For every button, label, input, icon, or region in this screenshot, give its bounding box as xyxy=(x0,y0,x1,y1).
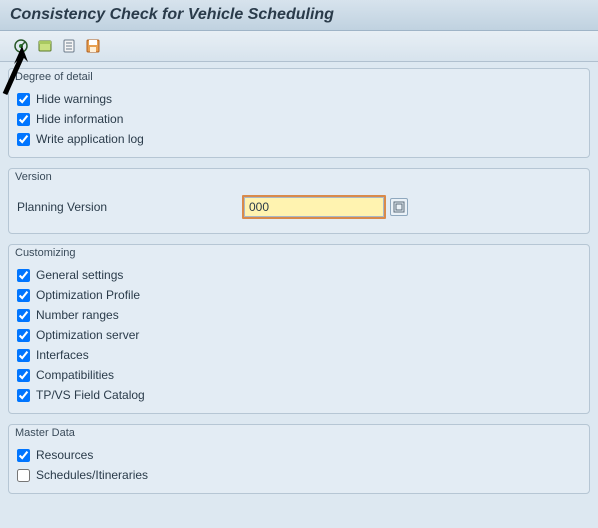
group-title: Master Data xyxy=(9,425,589,439)
schedules-itineraries-label: Schedules/Itineraries xyxy=(36,468,148,482)
write-application-log-label: Write application log xyxy=(36,132,144,146)
save-button[interactable] xyxy=(82,35,104,57)
folder-open-icon xyxy=(37,38,53,54)
write-application-log-checkbox[interactable] xyxy=(17,133,30,146)
interfaces-label: Interfaces xyxy=(36,348,89,362)
checkbox-row-schedules-itineraries: Schedules/Itineraries xyxy=(17,465,581,485)
group-master-data: Master Data Resources Schedules/Itinerar… xyxy=(8,424,590,494)
compatibilities-label: Compatibilities xyxy=(36,368,114,382)
group-degree-of-detail: Degree of detail Hide warnings Hide info… xyxy=(8,68,590,158)
document-icon xyxy=(61,38,77,54)
save-icon xyxy=(85,38,101,54)
optimization-profile-checkbox[interactable] xyxy=(17,289,30,302)
execute-button[interactable] xyxy=(10,35,32,57)
value-help-icon xyxy=(393,201,405,213)
page-title: Consistency Check for Vehicle Scheduling xyxy=(0,0,598,31)
checkbox-row-tpvs-field-catalog: TP/VS Field Catalog xyxy=(17,385,581,405)
planning-version-input-wrap xyxy=(242,195,386,219)
checkbox-row-resources: Resources xyxy=(17,445,581,465)
number-ranges-checkbox[interactable] xyxy=(17,309,30,322)
group-version: Version Planning Version xyxy=(8,168,590,234)
toolbar xyxy=(0,31,598,62)
checkbox-row-optimization-server: Optimization server xyxy=(17,325,581,345)
number-ranges-label: Number ranges xyxy=(36,308,119,322)
execute-icon xyxy=(13,38,29,54)
group-customizing: Customizing General settings Optimizatio… xyxy=(8,244,590,414)
planning-version-label: Planning Version xyxy=(17,200,242,214)
compatibilities-checkbox[interactable] xyxy=(17,369,30,382)
tpvs-field-catalog-label: TP/VS Field Catalog xyxy=(36,388,145,402)
schedules-itineraries-checkbox[interactable] xyxy=(17,469,30,482)
group-title: Customizing xyxy=(9,245,589,259)
planning-version-value-help-button[interactable] xyxy=(390,198,408,216)
general-settings-checkbox[interactable] xyxy=(17,269,30,282)
checkbox-row-general-settings: General settings xyxy=(17,265,581,285)
optimization-server-checkbox[interactable] xyxy=(17,329,30,342)
resources-checkbox[interactable] xyxy=(17,449,30,462)
planning-version-input[interactable] xyxy=(244,197,384,217)
general-settings-label: General settings xyxy=(36,268,123,282)
group-title: Degree of detail xyxy=(9,69,589,83)
resources-label: Resources xyxy=(36,448,93,462)
checkbox-row-write-application-log: Write application log xyxy=(17,129,581,149)
variant-get-button[interactable] xyxy=(34,35,56,57)
hide-information-checkbox[interactable] xyxy=(17,113,30,126)
optimization-profile-label: Optimization Profile xyxy=(36,288,140,302)
interfaces-checkbox[interactable] xyxy=(17,349,30,362)
checkbox-row-hide-warnings: Hide warnings xyxy=(17,89,581,109)
checkbox-row-hide-information: Hide information xyxy=(17,109,581,129)
checkbox-row-compatibilities: Compatibilities xyxy=(17,365,581,385)
group-title: Version xyxy=(9,169,589,183)
optimization-server-label: Optimization server xyxy=(36,328,139,342)
checkbox-row-number-ranges: Number ranges xyxy=(17,305,581,325)
content-area: Degree of detail Hide warnings Hide info… xyxy=(0,62,598,528)
checkbox-row-interfaces: Interfaces xyxy=(17,345,581,365)
planning-version-row: Planning Version xyxy=(17,189,581,225)
tpvs-field-catalog-checkbox[interactable] xyxy=(17,389,30,402)
hide-warnings-checkbox[interactable] xyxy=(17,93,30,106)
hide-information-label: Hide information xyxy=(36,112,123,126)
hide-warnings-label: Hide warnings xyxy=(36,92,112,106)
checkbox-row-optimization-profile: Optimization Profile xyxy=(17,285,581,305)
variant-overview-button[interactable] xyxy=(58,35,80,57)
